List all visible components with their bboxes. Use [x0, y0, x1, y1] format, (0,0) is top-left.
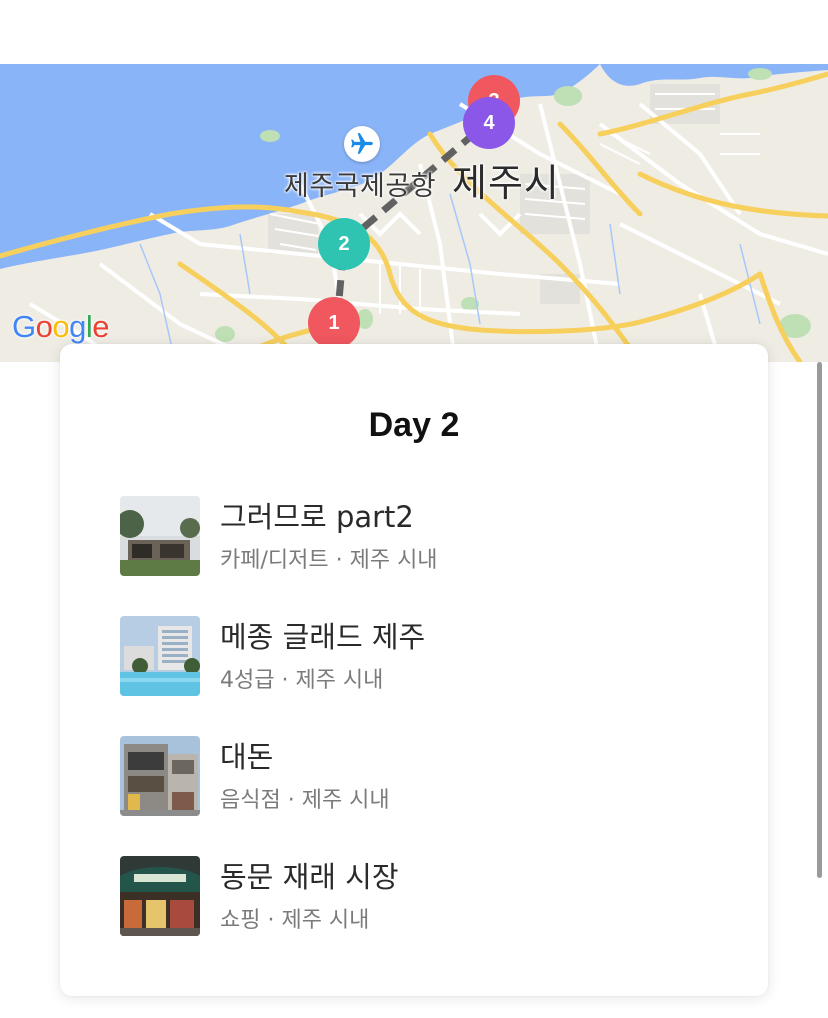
place-thumbnail — [120, 736, 200, 816]
place-meta: 카페/디저트 · 제주 시내 — [220, 548, 438, 573]
route-marker-2[interactable]: 2 — [318, 218, 370, 270]
place-item[interactable]: 메종 글래드 제주 4성급 · 제주 시내 — [120, 616, 720, 736]
route-map[interactable]: 제주국제공항 제주시 Google 3 4 2 1 — [0, 64, 828, 362]
place-meta: 쇼핑 · 제주 시내 — [220, 908, 370, 933]
day-itinerary-card: Day 2 그러므로 part2 카페/디저트 · 제주 시내 메종 글래드 제… — [60, 344, 768, 996]
place-meta: 음식점 · 제주 시내 — [220, 788, 390, 813]
place-item[interactable]: 그러므로 part2 카페/디저트 · 제주 시내 — [120, 496, 720, 616]
place-thumbnail — [120, 496, 200, 576]
marker-label: 2 — [338, 232, 350, 255]
map-background — [0, 64, 828, 362]
city-label: 제주시 — [452, 161, 560, 205]
place-name: 동문 재래 시장 — [220, 860, 399, 894]
route-marker-1[interactable]: 1 — [308, 297, 360, 349]
place-thumbnail — [120, 616, 200, 696]
airport-label: 제주국제공항 — [284, 171, 437, 202]
marker-label: 1 — [328, 311, 340, 334]
place-item[interactable]: 대돈 음식점 · 제주 시내 — [120, 736, 720, 856]
route-marker-4[interactable]: 4 — [463, 97, 515, 149]
day-title: Day 2 — [368, 406, 460, 444]
place-thumbnail — [120, 856, 200, 936]
place-name: 그러므로 part2 — [220, 500, 414, 534]
page: 제주국제공항 제주시 Google 3 4 2 1 Day 2 — [0, 0, 828, 1018]
place-list: 그러므로 part2 카페/디저트 · 제주 시내 메종 글래드 제주 4성급 … — [120, 496, 720, 976]
place-item[interactable]: 동문 재래 시장 쇼핑 · 제주 시내 — [120, 856, 720, 976]
place-name: 메종 글래드 제주 — [220, 620, 426, 654]
google-logo: Google — [12, 309, 110, 344]
place-meta: 4성급 · 제주 시내 — [220, 668, 384, 693]
place-name: 대돈 — [220, 740, 274, 774]
airplane-icon — [344, 126, 380, 162]
marker-label: 4 — [483, 111, 495, 134]
scrollbar[interactable] — [817, 362, 822, 878]
